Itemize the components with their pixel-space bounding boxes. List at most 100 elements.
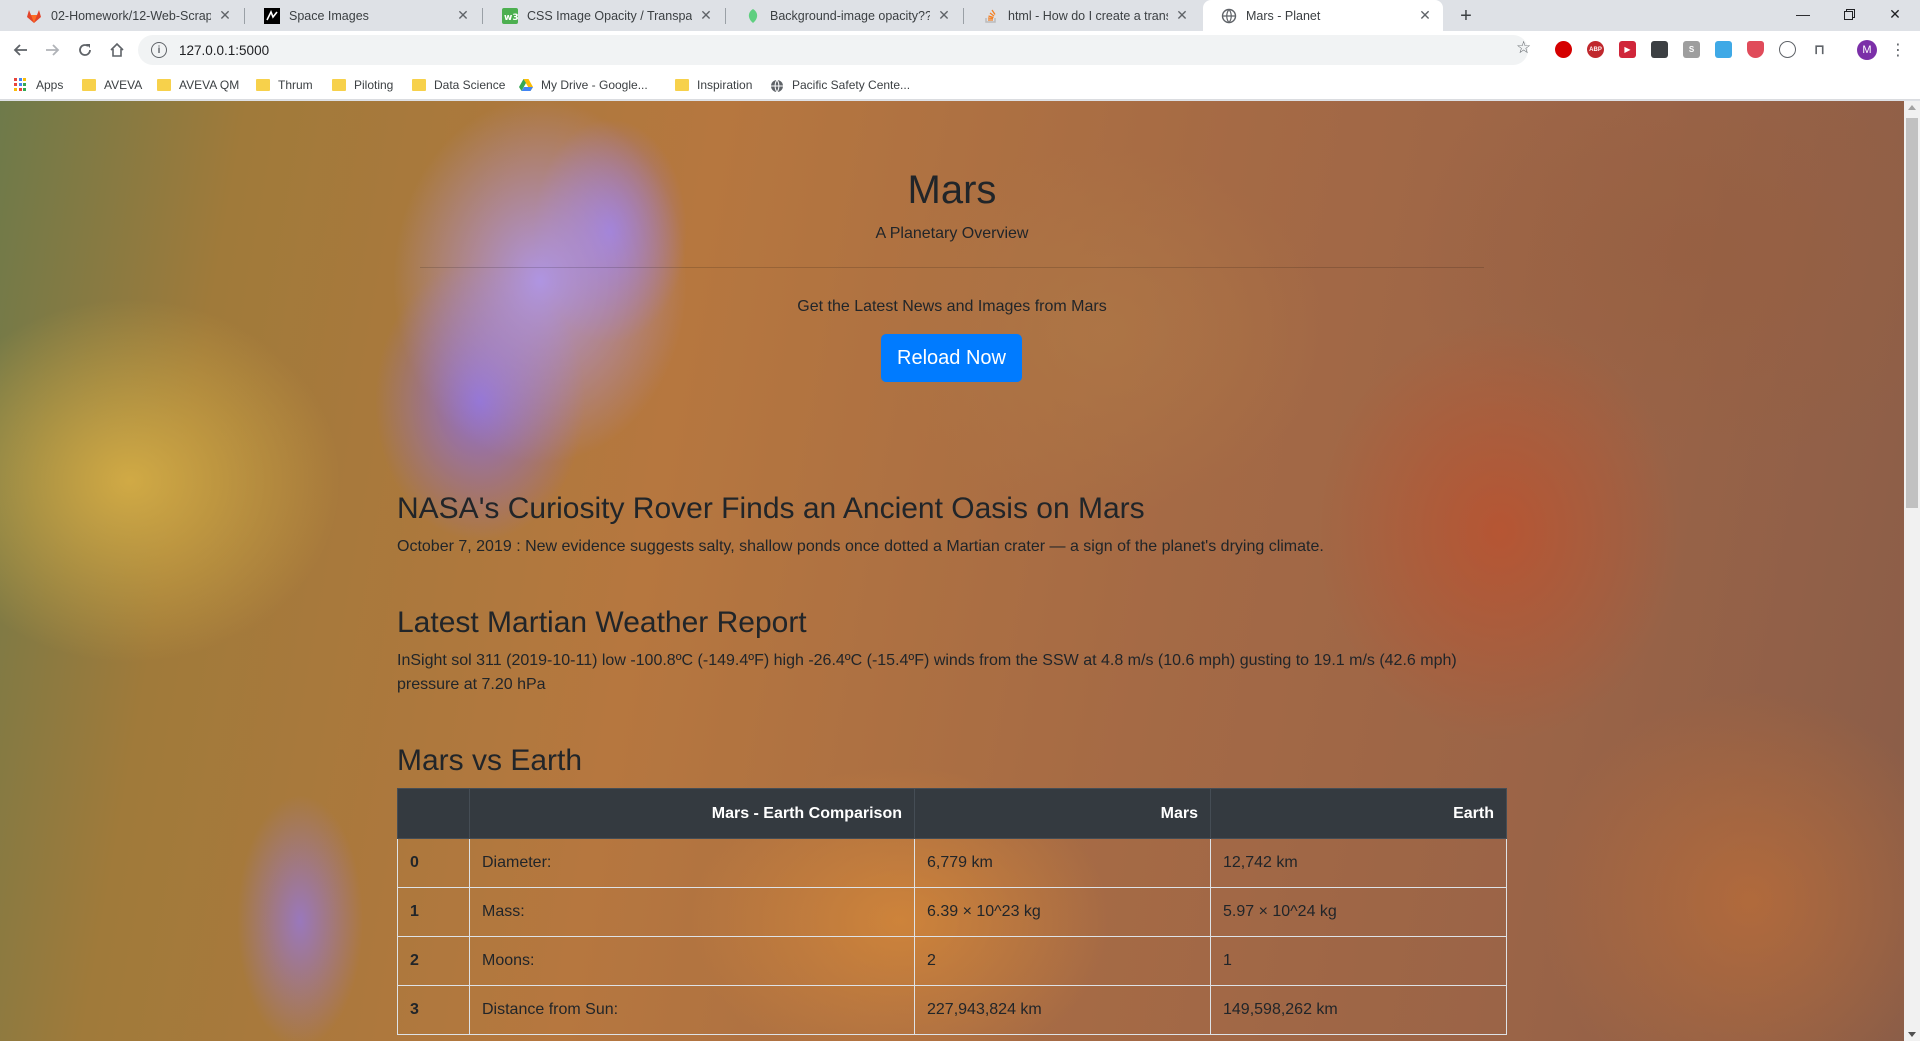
reload-browser-button[interactable] <box>73 38 97 62</box>
treehouse-icon <box>745 8 761 24</box>
bookmark-label: AVEVA <box>104 77 143 92</box>
minimize-button[interactable]: — <box>1780 0 1826 28</box>
bookmark-apps[interactable]: Apps <box>14 69 63 100</box>
folder-icon <box>675 78 689 91</box>
mars-value: 6,779 km <box>914 838 1211 888</box>
close-icon[interactable]: ✕ <box>1174 7 1190 24</box>
scroll-down-arrow-icon[interactable] <box>1908 1032 1916 1037</box>
url-text[interactable]: 127.0.0.1:5000 <box>179 43 269 58</box>
tab-title: html - How do I create a transpar <box>1008 8 1168 23</box>
bookmark-inspiration[interactable]: Inspiration <box>675 69 752 100</box>
ublock-extension-icon[interactable] <box>1555 41 1572 58</box>
shield-extension-icon[interactable] <box>1747 41 1764 58</box>
row-index: 3 <box>397 985 470 1035</box>
column-header: Mars <box>914 788 1211 839</box>
tab-space-images[interactable]: Space Images ✕ <box>246 0 481 31</box>
folder-icon <box>82 78 96 91</box>
bookmark-aveva-qm[interactable]: AVEVA QM <box>157 69 239 100</box>
tab-title: 02-Homework/12-Web-Scraping <box>51 8 211 23</box>
table-row: 1 Mass: 6.39 × 10^23 kg 5.97 × 10^24 kg <box>397 887 1507 937</box>
bookmark-label: Thrum <box>278 77 313 92</box>
earth-value: 149,598,262 km <box>1210 985 1507 1035</box>
puzzle-extension-icon[interactable]: ⊓ <box>1811 41 1828 58</box>
row-label: Diameter: <box>469 838 915 888</box>
reload-now-button[interactable]: Reload Now <box>881 334 1022 382</box>
column-header: Earth <box>1210 788 1507 839</box>
bookmark-star-icon[interactable]: ☆ <box>1516 38 1531 58</box>
table-row: 3 Distance from Sun: 227,943,824 km 149,… <box>397 985 1507 1035</box>
tab-divider <box>244 8 245 24</box>
bookmark-piloting[interactable]: Piloting <box>332 69 393 100</box>
w3schools-icon: w3 <box>502 7 518 24</box>
svg-text:w3: w3 <box>504 13 518 23</box>
tab-mars-planet[interactable]: Mars - Planet ✕ <box>1203 0 1443 31</box>
home-button[interactable] <box>105 38 129 62</box>
news-paragraph: October 7, 2019 : New evidence suggests … <box>397 538 1324 555</box>
bookmark-my-drive[interactable]: My Drive - Google... <box>519 69 648 100</box>
close-icon[interactable]: ✕ <box>698 7 714 24</box>
page-scrollbar[interactable] <box>1904 101 1920 1041</box>
robot-extension-icon[interactable] <box>1651 41 1668 58</box>
row-index: 1 <box>397 887 470 937</box>
bookmark-thrum[interactable]: Thrum <box>256 69 313 100</box>
scrollbar-thumb[interactable] <box>1906 118 1918 508</box>
earth-value: 5.97 × 10^24 kg <box>1210 887 1507 937</box>
bookmark-label: Data Science <box>434 77 506 92</box>
news-title: NASA's Curiosity Rover Finds an Ancient … <box>397 492 1145 525</box>
bookmark-pacific-safety[interactable]: Pacific Safety Cente... <box>770 69 910 100</box>
tab-stackoverflow[interactable]: html - How do I create a transpar ✕ <box>965 0 1200 31</box>
folder-icon <box>157 78 171 91</box>
bookmark-label: Pacific Safety Cente... <box>792 77 911 92</box>
bookmark-label: Apps <box>36 77 64 92</box>
profile-avatar[interactable]: M <box>1857 40 1877 60</box>
address-bar[interactable]: i 127.0.0.1:5000 <box>138 35 1528 65</box>
close-icon[interactable]: ✕ <box>217 7 233 24</box>
google-drive-icon <box>519 78 533 91</box>
browser-toolbar: i 127.0.0.1:5000 ☆ ABP ▶ S ⊓ M ⋮ <box>0 31 1920 69</box>
row-label: Moons: <box>469 936 915 986</box>
tab-homework[interactable]: 02-Homework/12-Web-Scraping ✕ <box>8 0 243 31</box>
close-icon[interactable]: ✕ <box>936 7 952 24</box>
close-window-button[interactable]: ✕ <box>1872 0 1918 28</box>
row-index: 2 <box>397 936 470 986</box>
tab-background-opacity[interactable]: Background-image opacity?? | Tr ✕ <box>727 0 962 31</box>
tab-css-opacity[interactable]: w3 CSS Image Opacity / Transparency ✕ <box>484 0 724 31</box>
row-label: Mass: <box>469 887 915 937</box>
restore-button[interactable] <box>1826 0 1872 28</box>
chat-extension-icon[interactable] <box>1715 41 1732 58</box>
page-subtitle: A Planetary Overview <box>875 225 1029 242</box>
folder-icon <box>412 78 426 91</box>
hero-lead-text: Get the Latest News and Images from Mars <box>797 298 1107 315</box>
bookmark-label: AVEVA QM <box>179 77 240 92</box>
tab-divider <box>725 8 726 24</box>
row-index: 0 <box>397 838 470 888</box>
forward-button[interactable] <box>40 38 64 62</box>
page-viewport: Mars A Planetary Overview Get the Latest… <box>0 101 1904 1041</box>
s-extension-icon[interactable]: S <box>1683 41 1700 58</box>
globe-icon <box>770 79 784 93</box>
bookmark-label: Piloting <box>354 77 394 92</box>
tab-strip: 02-Homework/12-Web-Scraping ✕ Space Imag… <box>0 0 1920 31</box>
circle-extension-icon[interactable] <box>1779 41 1796 58</box>
scroll-up-arrow-icon[interactable] <box>1908 105 1916 110</box>
table-header-row: Mars - Earth Comparison Mars Earth <box>397 788 1507 839</box>
bookmark-label: Inspiration <box>697 77 753 92</box>
close-icon[interactable]: ✕ <box>455 7 471 24</box>
folder-icon <box>332 78 346 91</box>
back-button[interactable] <box>9 38 33 62</box>
facts-heading: Mars vs Earth <box>397 744 583 777</box>
info-icon[interactable]: i <box>151 42 167 58</box>
close-icon[interactable]: ✕ <box>1417 7 1433 24</box>
adblock-extension-icon[interactable]: ABP <box>1587 41 1604 58</box>
new-tab-button[interactable]: + <box>1454 4 1478 28</box>
more-menu-icon[interactable]: ⋮ <box>1890 39 1906 61</box>
bookmark-data-science[interactable]: Data Science <box>412 69 505 100</box>
tab-title: Mars - Planet <box>1246 8 1321 23</box>
bookmarks-bar: Apps AVEVA AVEVA QM Thrum Piloting Data … <box>0 69 1920 100</box>
hero-divider <box>420 267 1484 268</box>
mars-value: 2 <box>914 936 1211 986</box>
table-row: 2 Moons: 2 1 <box>397 936 1507 986</box>
bookmark-aveva[interactable]: AVEVA <box>82 69 142 100</box>
video-extension-icon[interactable]: ▶ <box>1619 41 1636 58</box>
row-label: Distance from Sun: <box>469 985 915 1035</box>
